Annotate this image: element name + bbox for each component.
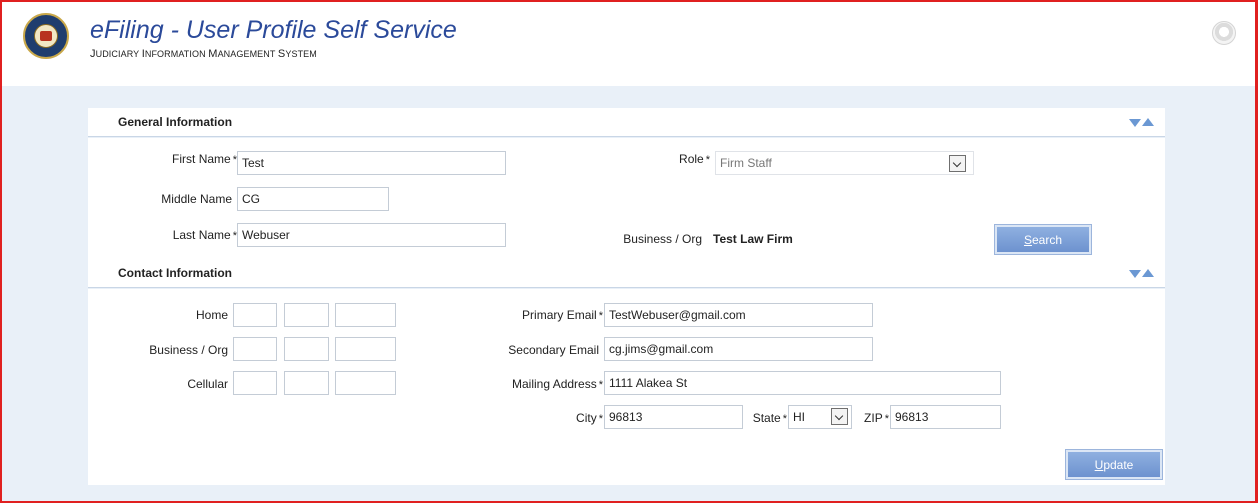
general-info-title: General Information <box>118 115 233 129</box>
business-phone-area-input[interactable] <box>233 337 277 361</box>
secondary-email-label: Secondary Email <box>508 343 599 357</box>
cellular-phone-area-input[interactable] <box>233 371 277 395</box>
business-phone-label: Business / Org <box>149 343 228 357</box>
first-name-input[interactable]: Test <box>237 151 506 175</box>
cellular-phone-line-input[interactable] <box>335 371 396 395</box>
contact-info-header[interactable]: Contact Information <box>88 259 1165 288</box>
business-phone-prefix-input[interactable] <box>284 337 329 361</box>
judiciary-seal-logo <box>23 13 69 59</box>
zip-label: ZIP * <box>864 411 889 425</box>
role-label: Role * <box>679 152 710 166</box>
mailing-address-label: Mailing Address * <box>512 377 603 391</box>
collapse-toggle-icon[interactable] <box>1129 269 1159 279</box>
business-org-label: Business / Org <box>623 232 702 246</box>
general-info-header[interactable]: General Information <box>88 108 1165 137</box>
city-input[interactable]: 96813 <box>604 405 743 429</box>
home-phone-label: Home <box>195 308 228 322</box>
business-org-value: Test Law Firm <box>713 232 793 246</box>
circle-menu-icon[interactable] <box>1212 21 1236 45</box>
home-phone-area-input[interactable] <box>233 303 277 327</box>
contact-info-title: Contact Information <box>118 266 232 280</box>
home-phone-prefix-input[interactable] <box>284 303 329 327</box>
system-subtitle: JUDICIARY INFORMATION MANAGEMENT SYSTEM <box>90 48 317 60</box>
middle-name-input[interactable]: CG <box>237 187 389 211</box>
page-title: eFiling - User Profile Self Service <box>90 16 457 44</box>
state-dropdown-icon[interactable] <box>831 408 848 425</box>
last-name-input[interactable]: Webuser <box>237 223 506 247</box>
mailing-address-input[interactable]: 1111 Alakea St <box>604 371 1001 395</box>
home-phone-line-input[interactable] <box>335 303 396 327</box>
zip-input[interactable]: 96813 <box>890 405 1001 429</box>
role-select[interactable]: Firm Staff <box>715 151 974 175</box>
city-label: City * <box>576 411 603 425</box>
state-label: State * <box>752 411 787 425</box>
primary-email-label: Primary Email * <box>522 308 603 322</box>
app-header: eFiling - User Profile Self Service JUDI… <box>2 2 1255 86</box>
last-name-label: Last Name * <box>172 228 237 242</box>
search-button[interactable]: Search <box>995 225 1091 254</box>
primary-email-input[interactable]: TestWebuser@gmail.com <box>604 303 873 327</box>
secondary-email-input[interactable]: cg.jims@gmail.com <box>604 337 873 361</box>
business-phone-line-input[interactable] <box>335 337 396 361</box>
role-dropdown-icon[interactable] <box>949 155 966 172</box>
cellular-phone-prefix-input[interactable] <box>284 371 329 395</box>
middle-name-label: Middle Name <box>161 192 232 206</box>
general-info-body: First Name * Test Middle Name CG Last Nam… <box>88 138 1165 259</box>
contact-info-body: Home Business / Org Cellular Primary Ema… <box>88 289 1165 485</box>
first-name-label: First Name * <box>172 152 237 166</box>
cellular-phone-label: Cellular <box>187 377 228 391</box>
update-button[interactable]: Update <box>1066 450 1162 479</box>
collapse-toggle-icon[interactable] <box>1129 118 1159 128</box>
